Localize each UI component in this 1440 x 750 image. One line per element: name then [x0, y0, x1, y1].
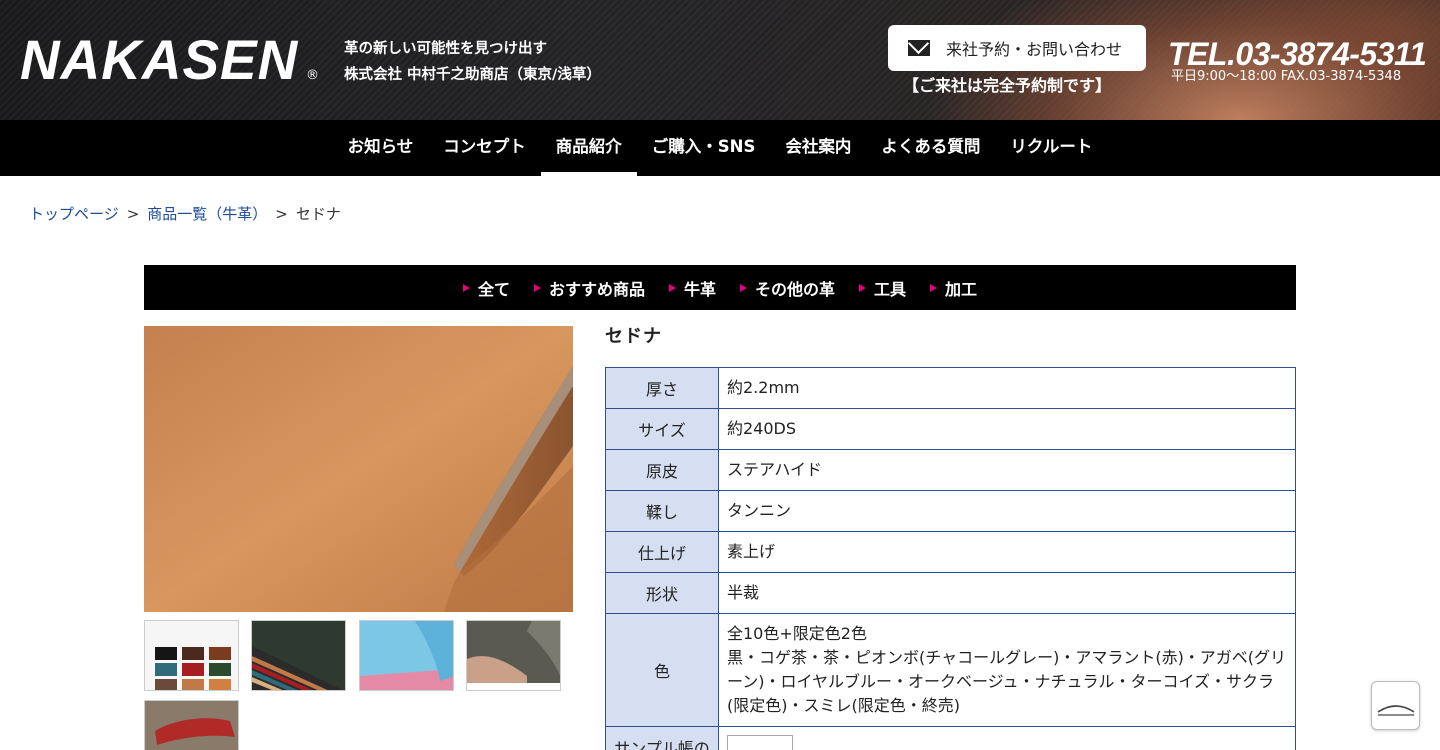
hand-leather-image — [467, 621, 560, 690]
spec-key: 色 — [605, 613, 719, 727]
spec-key: 仕上げ — [605, 531, 719, 573]
red-case-image — [145, 701, 238, 750]
spec-key: サイズ — [605, 408, 719, 450]
thumbnail-stacked-leather[interactable] — [251, 620, 346, 691]
chevron-up-icon — [1377, 704, 1414, 716]
triangle-right-icon — [533, 283, 541, 292]
triangle-right-icon — [930, 283, 938, 292]
contact-button-label: 来社予約・お問い合わせ — [946, 40, 1123, 59]
phone-number[interactable]: TEL.03-3874-5311 — [1168, 36, 1427, 72]
category-label: 全て — [477, 279, 510, 299]
spec-key: 形状 — [605, 572, 719, 614]
product-title: セドナ — [605, 326, 662, 347]
nav-item-products[interactable]: 商品紹介 — [540, 120, 637, 176]
breadcrumb-separator: > — [126, 205, 140, 223]
triangle-right-icon — [859, 283, 867, 292]
tagline: 革の新しい可能性を見つけ出す 株式会社 中村千之助商店（東京/浅草） — [344, 36, 601, 88]
category-tools[interactable]: 工具 — [847, 276, 918, 300]
breadcrumb-home[interactable]: トップページ — [29, 203, 119, 225]
category-label: 牛革 — [683, 279, 716, 299]
spec-value: 約2.2mm — [718, 367, 1296, 409]
breadcrumb-current: セドナ — [295, 205, 341, 223]
triangle-right-icon — [462, 283, 470, 292]
thumbnail-red-case[interactable] — [144, 700, 239, 750]
nav-item-company[interactable]: 会社案内 — [770, 120, 866, 176]
category-all[interactable]: 全て — [451, 276, 522, 300]
table-row: 厚さ 約2.2mm — [605, 367, 1296, 409]
triangle-right-icon — [668, 283, 676, 292]
spec-value: 素上げ — [718, 531, 1296, 573]
site-logo[interactable]: NAKASEN — [20, 30, 298, 90]
nav-item-concept[interactable]: コンセプト — [428, 120, 541, 176]
table-row: サイズ 約240DS — [605, 408, 1296, 450]
spec-value: 約240DS — [718, 408, 1296, 450]
spec-value: 全10色+限定色2色 黒・コゲ茶・茶・ピオンボ(チャコールグレー)・アマラント(… — [718, 613, 1296, 727]
product-spec-table: 厚さ 約2.2mm サイズ 約240DS 原皮 ステアハイド 鞣し タンニン 仕… — [605, 367, 1296, 750]
category-label: おすすめ商品 — [548, 279, 645, 299]
site-header: NAKASEN ® 革の新しい可能性を見つけ出す 株式会社 中村千之助商店（東京… — [0, 0, 1440, 120]
category-label: その他の革 — [755, 279, 836, 299]
table-row: 原皮 ステアハイド — [605, 449, 1296, 491]
breadcrumb-separator: > — [275, 205, 288, 223]
turquoise-leather-image — [360, 621, 453, 690]
spec-key: 厚さ — [605, 367, 719, 409]
spec-value — [718, 726, 1296, 750]
category-processing[interactable]: 加工 — [918, 276, 989, 300]
table-row: 仕上げ 素上げ — [605, 531, 1296, 573]
category-label: 工具 — [874, 279, 907, 299]
triangle-right-icon — [740, 283, 747, 292]
color-list: 黒・コゲ茶・茶・ピオンボ(チャコールグレー)・アマラント(赤)・アガベ(グリーン… — [727, 648, 1287, 715]
leather-photo — [144, 326, 573, 612]
color-count: 全10色+限定色2色 — [727, 624, 867, 643]
breadcrumb: トップページ > 商品一覧（牛革） > セドナ — [29, 203, 341, 225]
spec-value: ステアハイド — [718, 449, 1296, 491]
color-swatches-image — [145, 621, 238, 690]
nav-item-recruit[interactable]: リクルート — [995, 120, 1107, 176]
page-top-button[interactable] — [1371, 681, 1420, 730]
hours-fax: 平日9:00～18:00 FAX.03-3874-5348 — [1171, 69, 1402, 84]
breadcrumb-category[interactable]: 商品一覧（牛革） — [147, 203, 267, 225]
product-main-image[interactable] — [144, 326, 573, 612]
thumbnail-color-swatches[interactable] — [144, 620, 239, 691]
category-other-leather[interactable]: その他の革 — [728, 276, 847, 300]
category-label: 加工 — [945, 279, 978, 299]
spec-key: 原皮 — [605, 449, 719, 491]
category-cowhide[interactable]: 牛革 — [657, 276, 728, 300]
table-row: 鞣し タンニン — [605, 490, 1296, 532]
nav-item-faq[interactable]: よくある質問 — [866, 120, 995, 176]
spec-value: 半裁 — [718, 572, 1296, 614]
mail-icon — [908, 40, 930, 56]
sample-book-image[interactable] — [727, 735, 793, 750]
table-row: 色 全10色+限定色2色 黒・コゲ茶・茶・ピオンボ(チャコールグレー)・アマラン… — [605, 613, 1296, 727]
spec-key: 鞣し — [605, 490, 719, 532]
tagline-line-2: 株式会社 中村千之助商店（東京/浅草） — [344, 67, 601, 83]
spec-key: サンプル帳の — [605, 726, 719, 750]
nav-item-news[interactable]: お知らせ — [333, 120, 429, 176]
table-row: サンプル帳の — [605, 726, 1296, 750]
contact-button[interactable]: 来社予約・お問い合わせ — [888, 25, 1146, 71]
spec-value: タンニン — [718, 490, 1296, 532]
category-nav: 全て おすすめ商品 牛革 その他の革 工具 加工 — [144, 265, 1296, 310]
table-row: 形状 半裁 — [605, 572, 1296, 614]
stacked-leather-image — [252, 621, 345, 690]
thumbnail-turquoise[interactable] — [359, 620, 454, 691]
nav-item-purchase-sns[interactable]: ご購入・SNS — [637, 120, 771, 176]
tagline-line-1: 革の新しい可能性を見つけ出す — [344, 41, 547, 57]
global-nav: お知らせ コンセプト 商品紹介 ご購入・SNS 会社案内 よくある質問 リクルー… — [0, 120, 1440, 176]
thumbnail-hand-leather[interactable] — [466, 620, 561, 691]
reservation-note: 【ご来社は完全予約制です】 — [903, 76, 1112, 95]
registered-mark: ® — [306, 68, 319, 83]
category-recommended[interactable]: おすすめ商品 — [522, 276, 657, 300]
